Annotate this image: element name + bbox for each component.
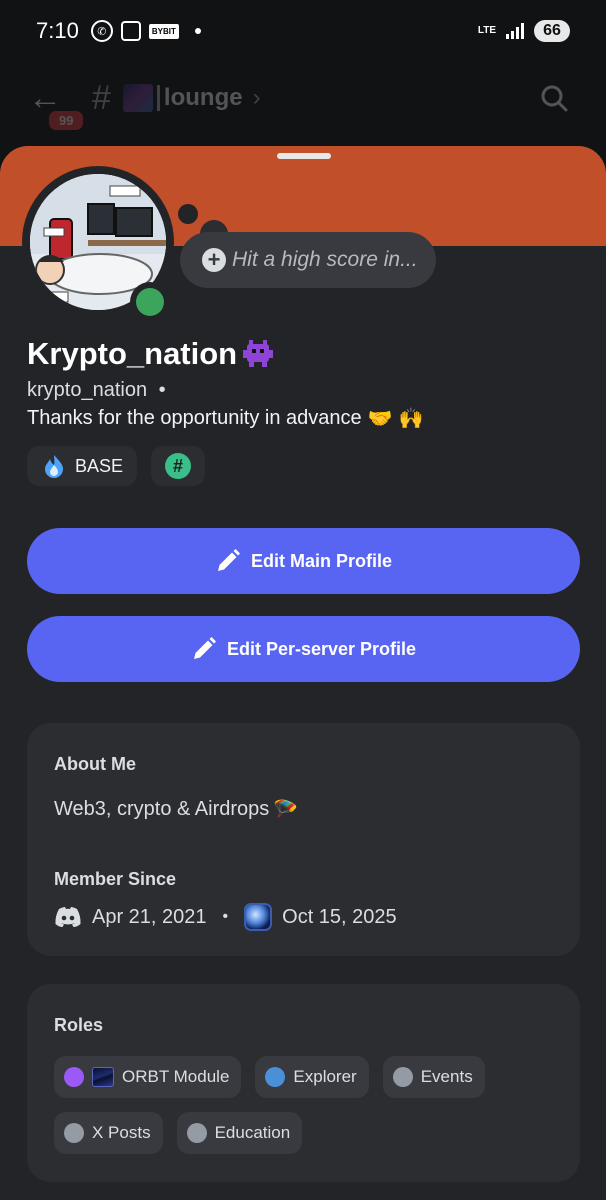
display-name: Krypto_nation	[27, 336, 275, 372]
roles-list: ORBT Module Explorer Events X Posts Educ…	[54, 1056, 564, 1154]
profile-sheet: + Hit a high score in... Krypto_nation k…	[0, 146, 606, 1200]
role-color-dot	[64, 1123, 84, 1143]
member-since-title: Member Since	[54, 869, 177, 889]
channel-hash-icon: #	[92, 78, 111, 117]
battery-indicator: 66	[534, 20, 570, 42]
edit-main-profile-label: Edit Main Profile	[250, 550, 392, 571]
channel-name[interactable]: lounge	[164, 84, 243, 112]
role-label: Events	[420, 1067, 473, 1086]
about-me-content: Web3, crypto & Airdrops	[54, 798, 270, 820]
badge-base[interactable]: BASE	[27, 446, 138, 486]
space-invader-icon	[243, 340, 274, 367]
role-color-dot	[186, 1123, 207, 1143]
role-orbt-module[interactable]: ORBT Module	[54, 1056, 242, 1098]
role-color-dot	[392, 1067, 413, 1087]
search-icon[interactable]	[530, 74, 578, 122]
role-color-dot	[64, 1067, 84, 1087]
badge-base-label: BASE	[75, 455, 124, 476]
display-name-text: Krypto_nation	[27, 336, 238, 371]
bio: Thanks for the opportunity in advance 🤝 …	[27, 406, 423, 431]
pencil-icon	[193, 637, 216, 659]
hash-icon: #	[165, 453, 192, 479]
roles-title: Roles	[54, 1015, 104, 1035]
about-me-text: Web3, crypto & Airdrops 🪂	[54, 797, 298, 822]
raised-hands-icon: 🙌	[398, 408, 424, 430]
about-me-title: About Me	[54, 754, 136, 774]
drag-handle[interactable]	[277, 153, 331, 159]
role-color-dot	[265, 1067, 286, 1087]
status-time: 7:10	[36, 18, 79, 43]
role-label: ORBT Module	[122, 1067, 230, 1086]
channel-header: ← 99 # lounge ›	[0, 70, 606, 133]
channel-divider	[156, 85, 160, 111]
status-placeholder: Hit a high score in...	[232, 248, 418, 271]
role-label: Explorer	[293, 1067, 357, 1086]
roles-card: Roles ORBT Module Explorer Events X Post…	[27, 984, 580, 1182]
role-events[interactable]: Events	[382, 1056, 485, 1098]
add-status-icon: +	[202, 248, 226, 272]
channel-emoji-icon	[122, 84, 153, 112]
bybit-icon: BYBIT	[148, 23, 179, 39]
about-card: About Me Web3, crypto & Airdrops 🪂 Membe…	[27, 723, 580, 956]
unread-badge: 99	[46, 108, 87, 133]
more-notifications-dot	[194, 28, 201, 34]
server-icon	[244, 903, 273, 931]
base-flame-icon	[45, 455, 63, 478]
profile-badges: BASE #	[27, 446, 206, 486]
date-separator: •	[222, 908, 229, 925]
network-type: LTE	[477, 25, 496, 36]
role-explorer[interactable]: Explorer	[255, 1056, 369, 1098]
username[interactable]: krypto_nation	[27, 379, 147, 401]
discord-member-date: Apr 21, 2021	[92, 905, 207, 928]
role-label: Education	[214, 1123, 291, 1142]
online-status-ring	[130, 282, 170, 322]
pencil-icon	[217, 549, 240, 571]
username-row: krypto_nation •	[27, 379, 166, 402]
member-since-row: Apr 21, 2021 • Oct 15, 2025	[54, 903, 397, 931]
role-label: X Posts	[92, 1123, 151, 1142]
chevron-right-icon: ›	[252, 84, 261, 111]
edit-main-profile-button[interactable]: Edit Main Profile	[27, 528, 580, 594]
edit-per-server-profile-button[interactable]: Edit Per-server Profile	[27, 616, 580, 682]
signal-icon	[506, 23, 524, 39]
edit-per-server-profile-label: Edit Per-server Profile	[226, 638, 417, 659]
orbt-role-icon	[92, 1067, 114, 1087]
handshake-icon: 🤝	[367, 408, 393, 430]
scanner-icon	[120, 21, 141, 41]
custom-status-bubble[interactable]: + Hit a high score in...	[180, 232, 436, 288]
status-bubble-dot	[178, 204, 198, 224]
online-status-indicator	[136, 288, 164, 316]
username-separator: •	[158, 379, 166, 401]
parachute-icon: 🪂	[273, 799, 299, 821]
role-x-posts[interactable]: X Posts	[54, 1112, 163, 1154]
badge-hash[interactable]: #	[151, 446, 206, 486]
status-bar: 7:10 ✆ BYBIT LTE 66	[0, 0, 606, 62]
whatsapp-icon: ✆	[90, 20, 113, 42]
role-education[interactable]: Education	[176, 1112, 303, 1154]
server-member-date: Oct 15, 2025	[282, 905, 397, 928]
bio-text: Thanks for the opportunity in advance	[27, 407, 362, 429]
discord-icon	[55, 907, 81, 927]
notification-icons: ✆ BYBIT	[90, 20, 201, 42]
